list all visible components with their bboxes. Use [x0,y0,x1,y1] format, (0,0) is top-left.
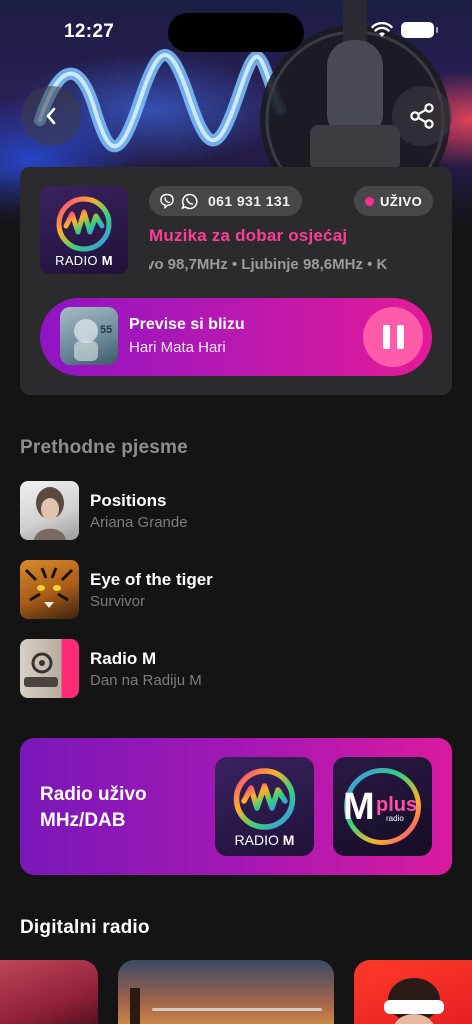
live-label: UŽIVO [380,193,423,209]
battery-icon [401,22,438,38]
track-artist: Survivor [90,593,146,610]
now-playing-bar[interactable]: 55 Previse si blizu Hari Mata Hari [40,298,432,376]
track-row[interactable]: Positions Ariana Grande [20,481,440,541]
live-dot-icon [365,196,374,206]
svg-text:plus: plus [376,794,417,816]
svg-text:radio: radio [386,814,404,823]
track-artist: Dan na Radiju M [90,672,202,689]
digital-radio-title: Digitalni radio [20,917,150,938]
mplus-station-button[interactable]: M plus radio [333,757,432,856]
mplus-logo: M plus radio [343,768,421,845]
station-logo-label: RADIO M [55,253,113,268]
whatsapp-icon [181,193,198,209]
contact-pill[interactable]: 061 931 131 [149,186,303,216]
viber-icon [160,193,174,209]
radio-m-station-button[interactable]: RADIO M [215,757,314,856]
digital-radio-card[interactable] [0,960,98,1024]
radio-live-banner: Radio uživo MHz/DAB RADIO M M plus radio [20,738,452,875]
svg-text:55: 55 [100,324,112,336]
radio-live-banner-text: Radio uživo MHz/DAB [40,784,147,831]
back-button[interactable] [21,86,81,146]
track-thumbnail [20,481,79,540]
phone-number: 061 931 131 [208,193,291,209]
now-playing-title: Previse si blizu [129,316,245,333]
frequency-ticker: vo 98,7MHz • Ljubinje 98,6MHz • K [149,256,433,278]
track-thumbnail [20,560,79,619]
digital-radio-card[interactable] [118,960,334,1024]
track-artist: Ariana Grande [90,514,188,531]
track-title: Positions [90,491,167,510]
player-card: RADIO M 061 931 131 UŽIVO Muzika za doba… [20,167,452,395]
now-playing-artist: Hari Mata Hari [129,339,226,356]
dynamic-island [168,13,304,52]
album-art: 55 [74,319,112,361]
now-playing-cover: 55 [60,307,118,365]
station-slogan: Muzika za dobar osjećaj [149,226,348,245]
track-title: Radio M [90,649,157,668]
track-thumbnail [20,639,79,698]
digital-radio-card[interactable] [354,960,472,1024]
track-title: Eye of the tiger [90,570,213,589]
frequency-text: vo 98,7MHz • Ljubinje 98,6MHz • K [149,256,388,273]
station-logo[interactable]: RADIO M [40,186,128,274]
previous-songs-title: Prethodne pjesme [20,437,188,458]
radio-m-logo-label: RADIO M [234,832,295,848]
live-badge: UŽIVO [354,186,434,216]
svg-text:M: M [343,786,375,828]
wifi-icon [371,22,393,37]
share-button[interactable] [392,86,452,146]
track-row[interactable]: Radio M Dan na Radiju M [20,639,440,699]
pause-button[interactable] [363,307,423,367]
status-icons [371,22,438,38]
chevron-left-icon [46,107,56,125]
share-icon [410,103,434,129]
track-row[interactable]: Eye of the tiger Survivor [20,560,440,620]
pause-icon [382,325,390,349]
status-time: 12:27 [64,21,115,42]
